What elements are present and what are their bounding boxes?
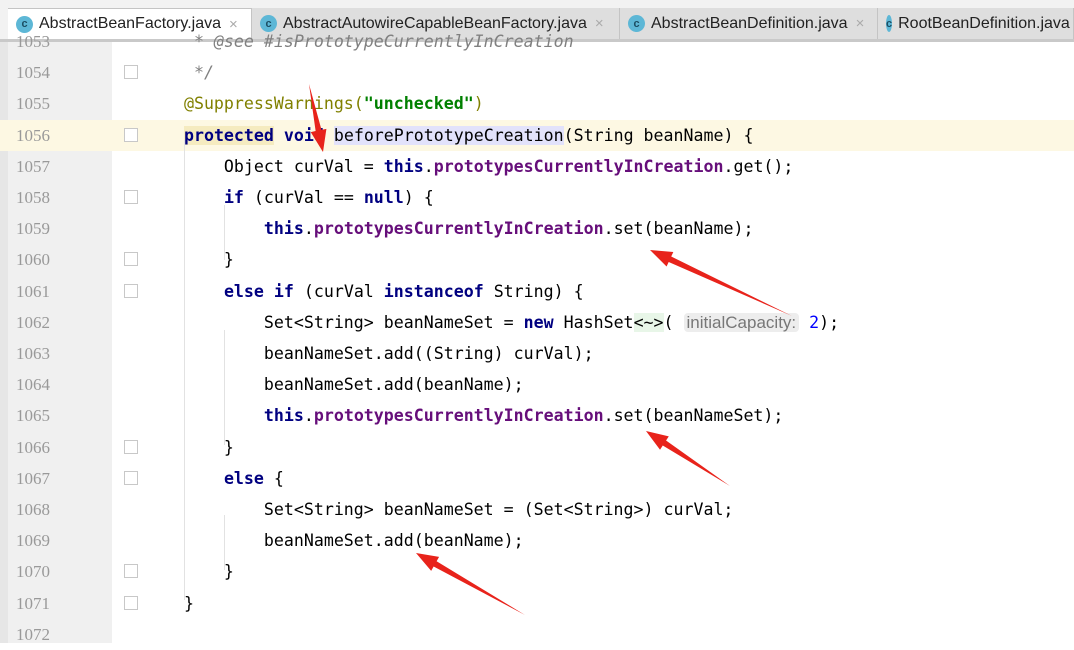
red-arrow	[646, 431, 730, 486]
red-arrow	[309, 84, 327, 152]
annotation-arrows	[309, 84, 792, 615]
red-arrow	[650, 250, 792, 316]
red-arrow	[416, 553, 525, 615]
